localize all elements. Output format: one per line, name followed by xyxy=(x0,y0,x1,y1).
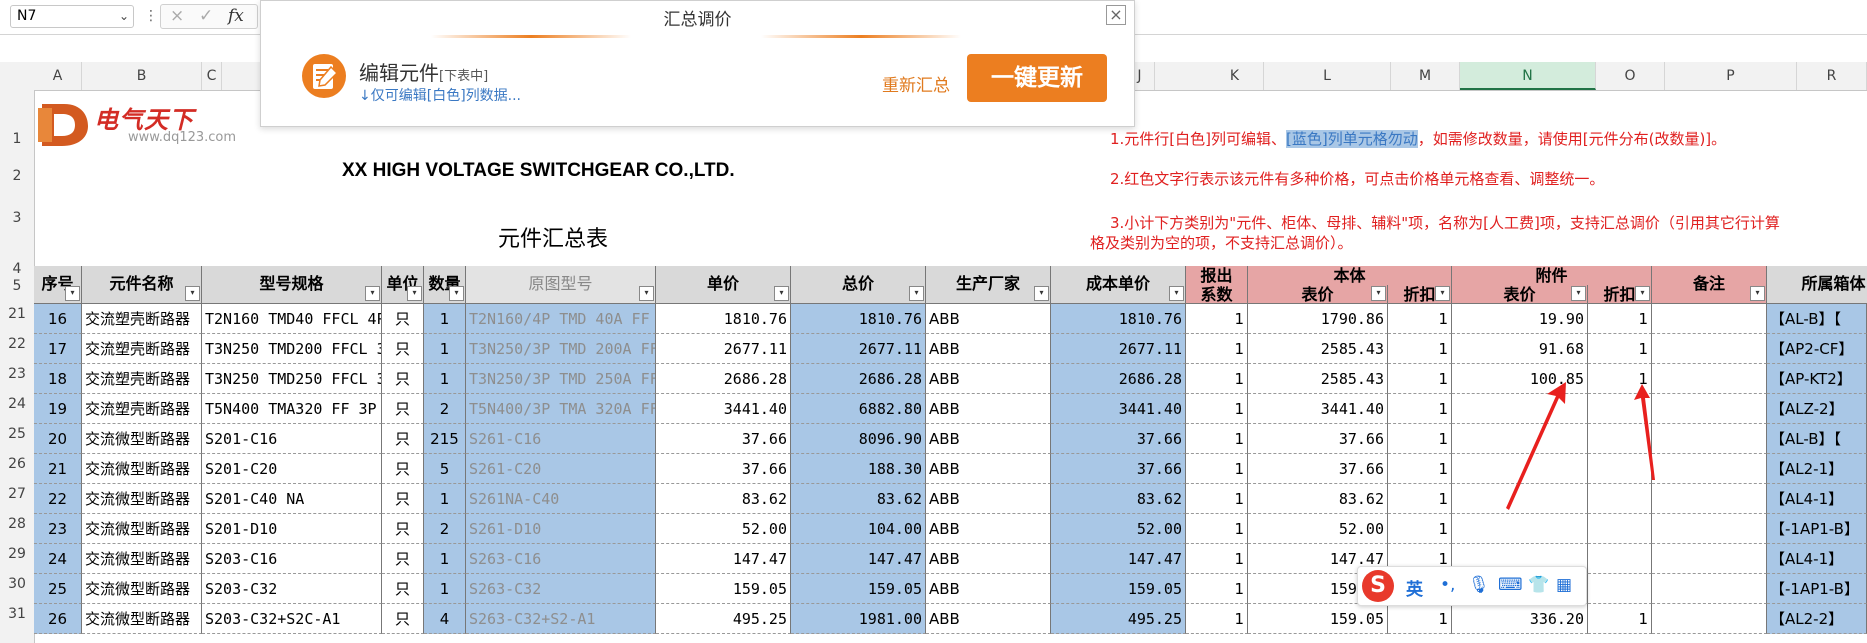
arrow-annotation xyxy=(1634,384,1655,480)
punctuation-icon[interactable]: •, xyxy=(1440,575,1455,595)
ime-lang-toggle[interactable]: 英 xyxy=(1406,575,1423,600)
keyboard-icon[interactable]: ⌨ xyxy=(1498,575,1523,595)
skin-icon[interactable]: 👕 xyxy=(1528,575,1549,595)
ime-logo-icon[interactable]: S xyxy=(1362,570,1394,602)
microphone-icon[interactable]: 🎙 xyxy=(1468,575,1490,595)
ime-toolbar: S 英 •, 🎙 ⌨ 👕 ▦ xyxy=(1357,566,1587,606)
annotation-arrows xyxy=(1506,382,1655,510)
toolbox-icon[interactable]: ▦ xyxy=(1556,575,1572,595)
arrow-annotation xyxy=(1506,382,1566,510)
